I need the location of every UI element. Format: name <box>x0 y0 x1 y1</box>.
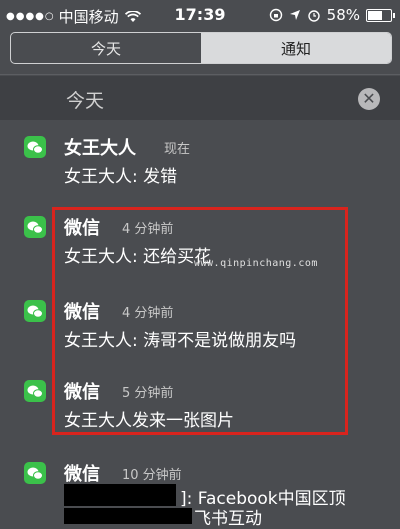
wechat-icon <box>24 216 46 238</box>
notification-app-name: 女王大人 <box>64 138 136 159</box>
notification-time: 10 分钟前 <box>122 468 182 483</box>
battery-percent: 58% <box>326 6 360 24</box>
redaction-block <box>64 484 176 506</box>
notification-item[interactable]: 女王大人 现在 女王大人: 发错 <box>0 124 400 212</box>
highlight-box <box>52 207 348 435</box>
notification-app-name: 微信 <box>64 464 100 485</box>
tab-notifications[interactable]: 通知 <box>201 33 391 63</box>
wechat-icon <box>24 380 46 402</box>
notification-message-line2: 飞书互动 <box>194 509 262 529</box>
notification-message: 女王大人: 发错 <box>64 167 178 187</box>
wechat-icon <box>24 136 46 158</box>
clear-notifications-button[interactable]: ✕ <box>358 88 380 110</box>
status-bar: ●●●●○ 中国移动 17:39 58% <box>0 0 400 30</box>
redaction-block <box>64 508 192 524</box>
wechat-icon <box>24 300 46 322</box>
rotation-lock-icon <box>269 8 282 22</box>
notification-item[interactable]: 微信 10 分钟前 ]: Facebook中国区顶 飞书互动 <box>0 450 400 529</box>
divider <box>0 74 400 75</box>
tab-today[interactable]: 今天 <box>11 33 201 63</box>
section-title: 今天 <box>66 90 105 112</box>
location-icon <box>289 10 300 20</box>
battery-icon <box>366 8 395 22</box>
section-header: 今天 ✕ <box>0 76 400 120</box>
notification-center-tabs: 今天 通知 <box>10 32 392 64</box>
close-icon: ✕ <box>362 89 376 108</box>
alarm-icon <box>307 10 320 22</box>
notification-time: 现在 <box>164 142 191 157</box>
wechat-icon <box>24 462 46 484</box>
